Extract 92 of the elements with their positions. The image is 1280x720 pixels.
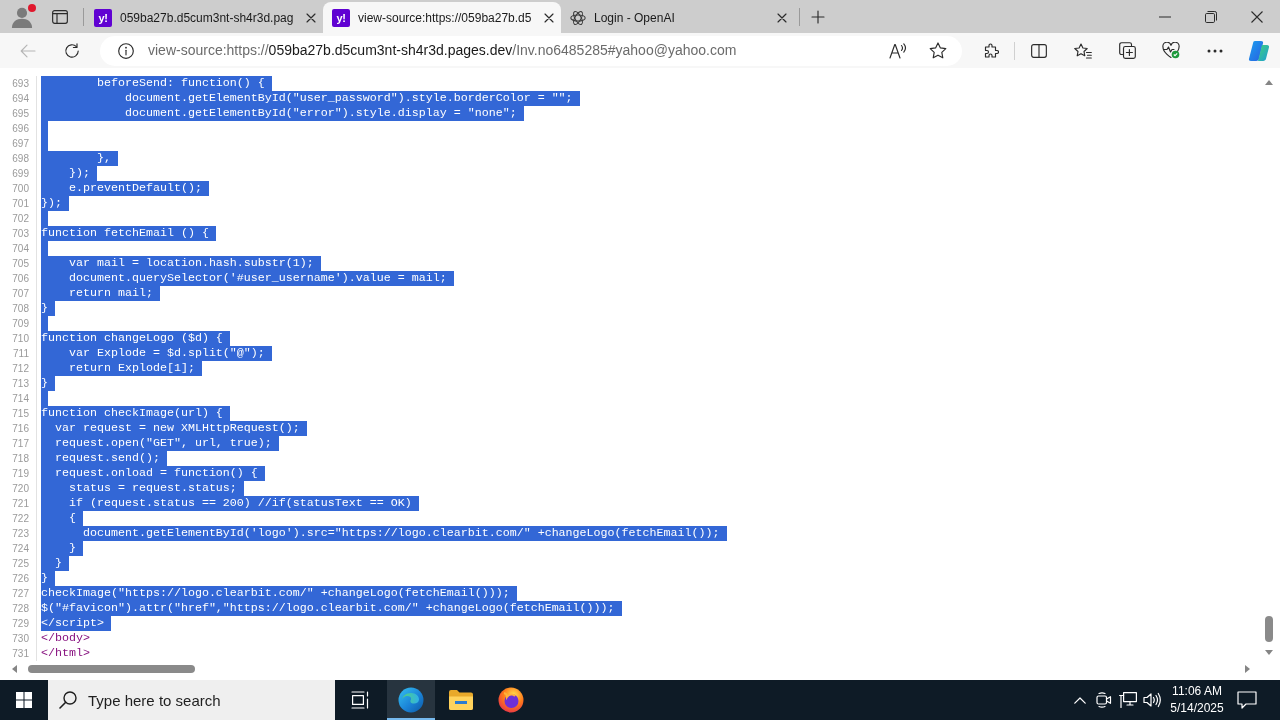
line-number: 717 (0, 436, 37, 451)
line-number: 720 (0, 481, 37, 496)
line-number: 716 (0, 421, 37, 436)
star-list-icon (1074, 42, 1092, 59)
notification-icon (1237, 691, 1257, 709)
line-number: 706 (0, 271, 37, 286)
close-icon (777, 12, 787, 23)
volume-icon (1143, 692, 1161, 708)
site-info-button[interactable] (116, 40, 136, 61)
address-bar[interactable]: view-source:https://059ba27b.d5cum3nt-sh4r3d.pages.dev/Inv.no6485285#yahoo@yahoo.com (100, 35, 962, 66)
browser-tab[interactable]: y! view-source:https://059ba27b.d5 (323, 2, 561, 33)
scroll-thumb[interactable] (1265, 616, 1273, 642)
notification-dot-icon (28, 3, 36, 12)
line-number: 714 (0, 391, 37, 406)
line-number: 695 (0, 106, 37, 121)
puzzle-icon (983, 42, 999, 59)
scroll-left-button[interactable] (12, 664, 17, 673)
line-number: 718 (0, 451, 37, 466)
vertical-tabs-icon (52, 9, 68, 24)
search-field[interactable]: Type here to search (48, 680, 335, 720)
flame-globe-icon (498, 687, 524, 713)
line-number: 698 (0, 151, 37, 166)
info-icon (118, 42, 134, 59)
line-number: 728 (0, 601, 37, 616)
collections-icon (1118, 42, 1136, 59)
back-arrow-icon (20, 43, 36, 58)
line-number: 727 (0, 586, 37, 601)
minimize-icon (1159, 15, 1171, 18)
knot-icon (570, 9, 586, 26)
scroll-right-button[interactable] (1245, 664, 1250, 673)
code-line: </body> (41, 631, 90, 646)
read-aloud-icon (889, 42, 907, 59)
split-screen-icon (1031, 43, 1047, 58)
line-number: 726 (0, 571, 37, 586)
line-number: 730 (0, 631, 37, 646)
site-logo: y! (94, 8, 112, 27)
browser-tab[interactable]: y! 059ba27b.d5cum3nt-sh4r3d.pag (85, 2, 323, 33)
network-icon (1119, 692, 1137, 708)
line-number: 713 (0, 376, 37, 391)
search-icon (59, 691, 77, 709)
line-number: 700 (0, 181, 37, 196)
chevron-up-icon (1074, 696, 1086, 704)
logo-icon (1248, 39, 1270, 62)
close-icon (306, 12, 317, 23)
folder-icon (448, 689, 474, 711)
line-number: 707 (0, 286, 37, 301)
clock-date: 5/14/2025 (1170, 700, 1224, 717)
line-number: 702 (0, 211, 37, 226)
heart-pulse-icon (1162, 42, 1180, 59)
line-number: 712 (0, 361, 37, 376)
browser-tab[interactable]: Login - OpenAI (561, 2, 799, 33)
line-number: 709 (0, 316, 37, 331)
restore-icon (1205, 10, 1217, 23)
line-number: 715 (0, 406, 37, 421)
more-icon (1207, 48, 1223, 53)
line-number: 721 (0, 496, 37, 511)
line-number: 699 (0, 166, 37, 181)
line-number: 701 (0, 196, 37, 211)
camera-icon (1096, 692, 1112, 708)
line-number: 710 (0, 331, 37, 346)
code-line: </html> (41, 646, 90, 661)
scroll-down-button[interactable] (1265, 650, 1273, 655)
line-number: 711 (0, 346, 37, 361)
four-squares-icon (16, 692, 32, 708)
star-icon (929, 42, 947, 59)
line-number: 729 (0, 616, 37, 631)
line-number: 703 (0, 226, 37, 241)
url-text: view-source:https://059ba27b.d5cum3nt-sh4r3d.pages.dev/Inv.no6485285#yahoo@yahoo.com (148, 41, 738, 60)
swirl-icon (398, 687, 424, 713)
line-number: 697 (0, 136, 37, 151)
line-number: 705 (0, 256, 37, 271)
profile-avatar-icon[interactable] (11, 5, 33, 28)
line-number: 725 (0, 556, 37, 571)
scroll-up-button[interactable] (1265, 80, 1273, 85)
line-number: 723 (0, 526, 37, 541)
line-number: 722 (0, 511, 37, 526)
line-number: 724 (0, 541, 37, 556)
scroll-thumb[interactable] (28, 664, 195, 673)
taskbar-app-button[interactable] (387, 680, 435, 720)
plus-icon (811, 9, 825, 24)
line-number: 696 (0, 121, 37, 136)
close-icon (1251, 10, 1263, 23)
refresh-icon (64, 42, 80, 59)
line-number: 708 (0, 301, 37, 316)
line-number: 694 (0, 91, 37, 106)
line-number: 731 (0, 646, 37, 661)
task-view-icon (351, 691, 371, 709)
site-logo: y! (332, 8, 350, 27)
close-icon (544, 12, 555, 23)
line-number: 704 (0, 241, 37, 256)
clock-time: 11:06 AM (1172, 683, 1222, 700)
line-number: 719 (0, 466, 37, 481)
